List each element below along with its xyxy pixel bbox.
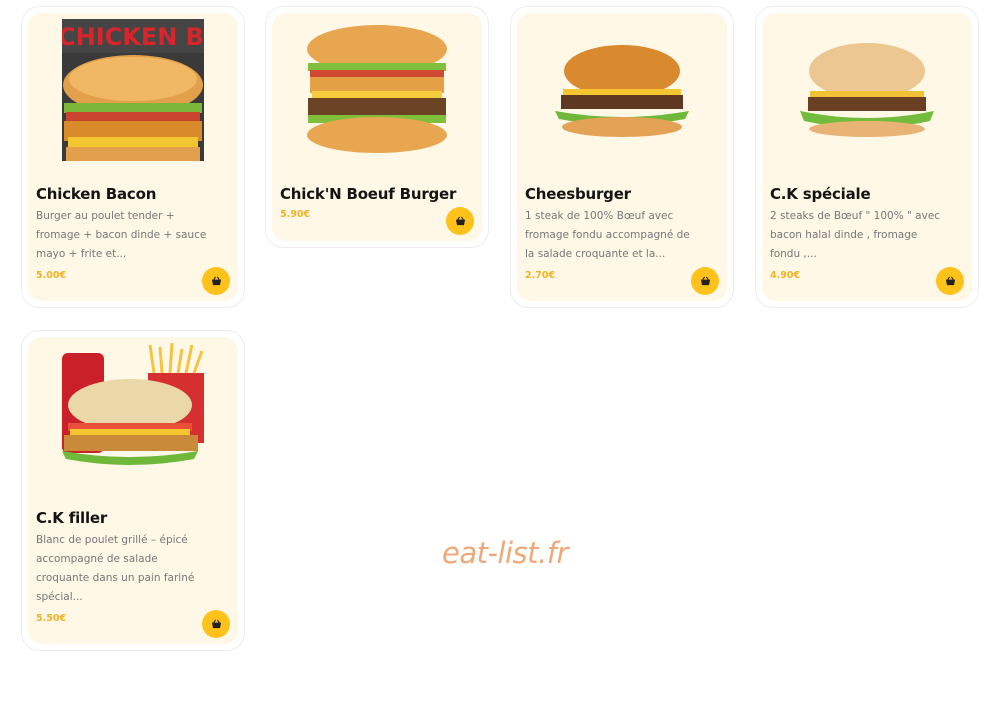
product-name: Chicken Bacon [36, 185, 157, 203]
product-price: 5.00€ [36, 270, 67, 281]
product-card-body: CHICKEN BACO Chicken Bacon Burger au pou… [28, 13, 238, 301]
chick-n-boeuf-burger-image [306, 19, 448, 161]
basket-icon [945, 276, 955, 285]
product-price: 5.50€ [36, 613, 67, 624]
add-to-basket-button[interactable] [202, 267, 230, 295]
product-description: 1 steak de 100% Bœuf avec fromage fondu … [525, 210, 690, 260]
product-card-chick-n-boeuf-burger[interactable]: Chick'N Boeuf Burger 5.90€ [265, 6, 489, 248]
product-price: 2.70€ [525, 270, 556, 281]
product-name: C.K filler [36, 509, 108, 527]
add-to-basket-button[interactable] [936, 267, 964, 295]
product-description: Blanc de poulet grillé – épicé accompagn… [36, 534, 195, 603]
add-to-basket-button[interactable] [691, 267, 719, 295]
basket-icon [455, 216, 465, 225]
basket-icon [700, 276, 710, 285]
product-card-cheesburger[interactable]: Cheesburger 1 steak de 100% Bœuf avec fr… [510, 6, 734, 308]
add-to-basket-button[interactable] [446, 207, 474, 235]
product-card-body: C.K spéciale 2 steaks de Bœuf " 100% " a… [762, 13, 972, 301]
image-banner-text: CHICKEN BACO [62, 23, 204, 51]
ck-speciale-burger-image [796, 19, 938, 161]
chicken-burger-image: CHICKEN BACO [62, 19, 204, 161]
product-name: Chick'N Boeuf Burger [280, 185, 457, 203]
product-price: 5.90€ [280, 209, 311, 220]
basket-icon [211, 276, 221, 285]
product-name: C.K spéciale [770, 185, 871, 203]
product-card-body: C.K filler Blanc de poulet grillé – épic… [28, 337, 238, 644]
product-description: 2 steaks de Bœuf " 100% " avec bacon hal… [770, 210, 941, 260]
product-card-body: Chick'N Boeuf Burger 5.90€ [272, 13, 482, 241]
ck-filler-menu-image [62, 343, 204, 485]
product-description: Burger au poulet tender + fromage + baco… [36, 210, 207, 260]
basket-icon [211, 619, 221, 628]
product-card-ck-speciale[interactable]: C.K spéciale 2 steaks de Bœuf " 100% " a… [755, 6, 979, 308]
add-to-basket-button[interactable] [202, 610, 230, 638]
product-name: Cheesburger [525, 185, 631, 203]
cheeseburger-image [551, 19, 693, 161]
product-card-body: Cheesburger 1 steak de 100% Bœuf avec fr… [517, 13, 727, 301]
product-card-chicken-bacon[interactable]: CHICKEN BACO Chicken Bacon Burger au pou… [21, 6, 245, 308]
product-price: 4.90€ [770, 270, 801, 281]
watermark: eat-list.fr [442, 536, 568, 570]
product-card-ck-filler[interactable]: C.K filler Blanc de poulet grillé – épic… [21, 330, 245, 651]
